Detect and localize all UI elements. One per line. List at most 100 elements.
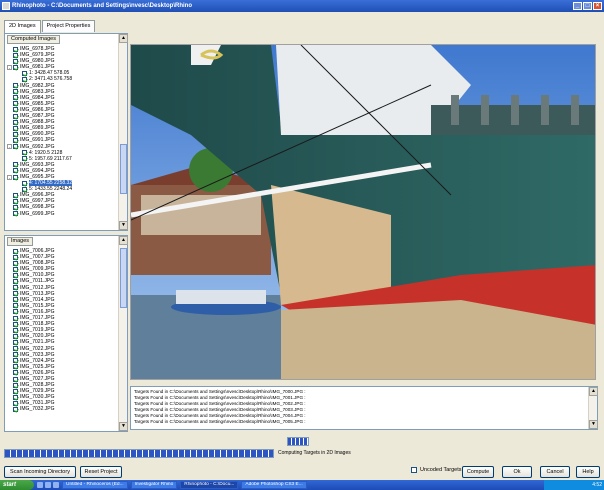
tab-project-properties[interactable]: Project Properties <box>41 20 96 32</box>
item-checkbox[interactable] <box>13 382 18 388</box>
minimize-icon[interactable]: _ <box>573 2 582 10</box>
expand-icon[interactable]: - <box>7 174 12 180</box>
window-titlebar[interactable]: Rhinophoto - C:\Documents and Settings\n… <box>0 0 604 12</box>
item-checkbox[interactable] <box>13 211 18 217</box>
start-button[interactable]: start <box>0 480 34 490</box>
ie-icon[interactable] <box>37 482 43 488</box>
item-checkbox[interactable] <box>13 144 18 150</box>
item-checkbox[interactable] <box>13 279 18 285</box>
item-checkbox[interactable] <box>13 204 18 210</box>
item-checkbox[interactable] <box>13 303 18 309</box>
item-checkbox[interactable] <box>13 52 18 58</box>
item-checkbox[interactable] <box>13 46 18 52</box>
expand-icon[interactable]: - <box>7 144 12 150</box>
item-checkbox[interactable] <box>13 327 18 333</box>
scroll-down-icon[interactable]: ▼ <box>589 420 598 429</box>
item-checkbox[interactable] <box>13 364 18 370</box>
item-checkbox[interactable] <box>13 168 18 174</box>
scroll-thumb[interactable] <box>120 144 127 194</box>
item-checkbox[interactable] <box>13 254 18 260</box>
scroll-up-icon[interactable]: ▲ <box>119 236 128 245</box>
expand-icon[interactable]: - <box>7 64 12 70</box>
scroll-down-icon[interactable]: ▼ <box>119 221 128 230</box>
item-checkbox[interactable] <box>13 394 18 400</box>
item-checkbox[interactable] <box>13 131 18 137</box>
scan-directory-button[interactable]: Scan Incoming Directory <box>4 466 76 478</box>
item-checkbox[interactable] <box>13 285 18 291</box>
item-checkbox[interactable] <box>13 272 18 278</box>
item-checkbox[interactable] <box>13 58 18 64</box>
taskbar-item-rhinophoto[interactable]: Rhinophoto - C:\Docu... <box>180 481 239 489</box>
item-checkbox[interactable] <box>13 358 18 364</box>
item-checkbox[interactable] <box>13 376 18 382</box>
scroll-thumb[interactable] <box>120 248 127 308</box>
item-checkbox[interactable] <box>13 198 18 204</box>
media-icon[interactable] <box>53 482 59 488</box>
reset-project-button[interactable]: Reset Project <box>80 466 122 478</box>
close-icon[interactable]: × <box>593 2 602 10</box>
desktop-icon[interactable] <box>45 482 51 488</box>
log-line: Targets Found in C:\Documents and Settin… <box>134 419 306 424</box>
item-checkbox[interactable] <box>13 64 18 70</box>
quick-launch <box>37 482 59 488</box>
item-checkbox[interactable] <box>22 156 27 162</box>
ok-button[interactable]: Ok <box>502 466 532 478</box>
item-checkbox[interactable] <box>22 77 27 83</box>
item-checkbox[interactable] <box>13 352 18 358</box>
images-scrollbar[interactable]: ▲ ▼ <box>118 236 128 431</box>
computed-scrollbar[interactable]: ▲ ▼ <box>118 34 128 230</box>
item-checkbox[interactable] <box>13 89 18 95</box>
log-scrollbar[interactable]: ▲ ▼ <box>588 387 598 429</box>
help-button[interactable]: Help <box>576 466 600 478</box>
item-checkbox[interactable] <box>13 321 18 327</box>
scroll-up-icon[interactable]: ▲ <box>589 387 598 396</box>
maximize-icon[interactable]: □ <box>583 2 592 10</box>
taskbar-item-rhinoceros[interactable]: Untitled - Rhinoceros (Ed... <box>62 481 128 489</box>
tab-2d-images[interactable]: 2D Images <box>4 20 41 33</box>
scroll-up-icon[interactable]: ▲ <box>119 34 128 43</box>
image-viewer[interactable] <box>130 44 596 380</box>
item-checkbox[interactable] <box>13 125 18 131</box>
item-checkbox[interactable] <box>13 137 18 143</box>
scroll-down-icon[interactable]: ▼ <box>119 422 128 431</box>
item-checkbox[interactable] <box>13 388 18 394</box>
item-checkbox[interactable] <box>13 192 18 198</box>
item-checkbox[interactable] <box>13 315 18 321</box>
item-checkbox[interactable] <box>13 95 18 101</box>
item-checkbox[interactable] <box>13 248 18 254</box>
uncoded-targets-checkbox[interactable]: Uncoded Targets <box>411 467 461 473</box>
item-checkbox[interactable] <box>13 107 18 113</box>
tree-item[interactable]: IMG_6999.JPG <box>7 211 117 217</box>
targets-log[interactable]: Targets Found in C:\Documents and Settin… <box>130 386 598 430</box>
item-checkbox[interactable] <box>13 260 18 266</box>
item-checkbox[interactable] <box>13 83 18 89</box>
item-checkbox[interactable] <box>13 333 18 339</box>
item-checkbox[interactable] <box>13 174 18 180</box>
item-checkbox[interactable] <box>13 291 18 297</box>
item-checkbox[interactable] <box>22 70 27 76</box>
tree-item[interactable]: IMG_7032.JPG <box>7 406 117 412</box>
item-checkbox[interactable] <box>13 113 18 119</box>
checkbox-box[interactable] <box>411 467 417 473</box>
item-checkbox[interactable] <box>13 297 18 303</box>
item-checkbox[interactable] <box>13 339 18 345</box>
item-checkbox[interactable] <box>13 101 18 107</box>
taskbar-item-investigator[interactable]: Investigator Rhino <box>130 481 178 489</box>
item-checkbox[interactable] <box>22 150 27 156</box>
item-checkbox[interactable] <box>22 186 27 192</box>
item-checkbox[interactable] <box>13 266 18 272</box>
item-checkbox[interactable] <box>13 406 18 412</box>
taskbar-item-photoshop[interactable]: Adobe Photoshop CS3 E... <box>241 481 307 489</box>
compute-button[interactable]: Compute <box>462 466 494 478</box>
item-checkbox[interactable] <box>13 400 18 406</box>
item-checkbox[interactable] <box>22 180 27 186</box>
item-checkbox[interactable] <box>13 162 18 168</box>
item-checkbox[interactable] <box>13 346 18 352</box>
cancel-button[interactable]: Cancel <box>540 466 570 478</box>
item-checkbox[interactable] <box>13 119 18 125</box>
item-checkbox[interactable] <box>13 309 18 315</box>
item-checkbox[interactable] <box>13 370 18 376</box>
